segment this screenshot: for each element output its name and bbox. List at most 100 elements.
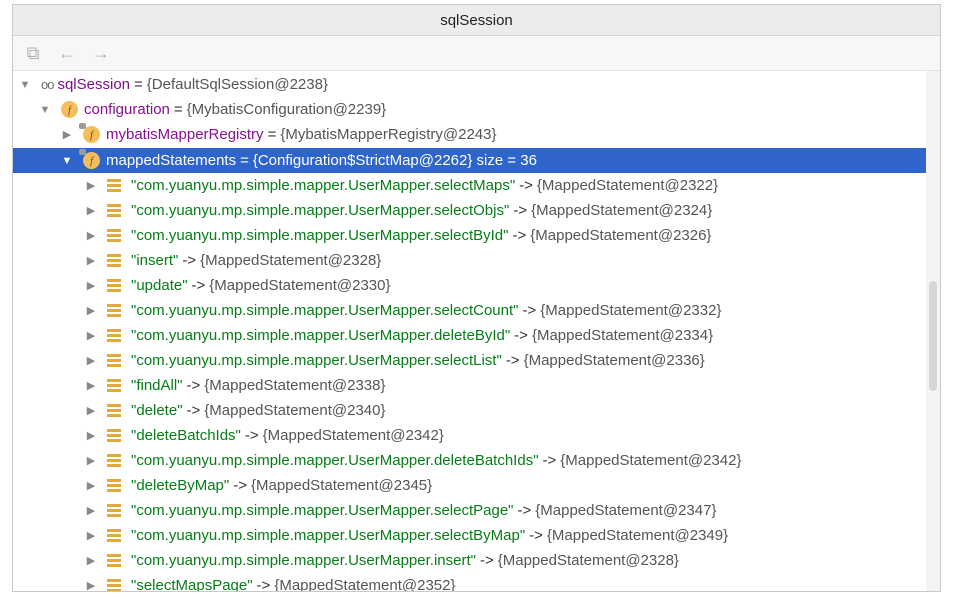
collapse-arrow-icon[interactable]: ▶	[61, 128, 73, 141]
entry-key: "selectMapsPage"	[131, 577, 253, 591]
map-entry-icon	[107, 479, 121, 492]
collapse-arrow-icon[interactable]: ▶	[85, 329, 97, 342]
collapse-arrow-icon[interactable]: ▶	[85, 279, 97, 292]
collapse-arrow-icon[interactable]: ▶	[85, 504, 97, 517]
back-arrow-icon[interactable]: ←	[57, 43, 77, 63]
map-entry-row[interactable]: ▶ "com.yuanyu.mp.simple.mapper.UserMapper…	[13, 198, 926, 223]
title-bar: sqlSession	[13, 5, 940, 36]
expand-arrow-icon[interactable]: ▼	[39, 104, 51, 116]
collapse-arrow-icon[interactable]: ▶	[85, 379, 97, 392]
entry-key: "com.yuanyu.mp.simple.mapper.UserMapper.…	[131, 302, 519, 319]
map-entry-row[interactable]: ▶ "selectMapsPage" -> {MappedStatement@2352…	[13, 573, 926, 591]
collapse-arrow-icon[interactable]: ▶	[85, 304, 97, 317]
map-entry-icon	[107, 329, 121, 342]
collapse-arrow-icon[interactable]: ▶	[85, 579, 97, 591]
collapse-arrow-icon[interactable]: ▶	[85, 354, 97, 367]
entry-arrow: ->	[529, 527, 543, 544]
map-entry-row[interactable]: ▶ "com.yuanyu.mp.simple.mapper.UserMapper…	[13, 448, 926, 473]
entry-arrow: ->	[513, 202, 528, 219]
entry-value: {MappedStatement@2347}	[535, 502, 717, 519]
map-entry-row[interactable]: ▶ "com.yuanyu.mp.simple.mapper.UserMapper…	[13, 548, 926, 573]
entry-value: {MappedStatement@2328}	[497, 552, 679, 569]
collapse-arrow-icon[interactable]: ▶	[85, 479, 97, 492]
map-entry-icon	[107, 179, 121, 192]
entry-key: "com.yuanyu.mp.simple.mapper.UserMapper.…	[131, 202, 510, 219]
entry-arrow: ->	[191, 277, 206, 294]
map-entry-icon	[107, 379, 121, 392]
variable-value: {Configuration$StrictMap@2262} size = 36	[252, 152, 537, 169]
restore-layout-icon[interactable]: ⧉	[23, 43, 43, 63]
entry-key: "com.yuanyu.mp.simple.mapper.UserMapper.…	[131, 177, 516, 194]
entry-key: "com.yuanyu.mp.simple.mapper.UserMapper.…	[131, 227, 509, 244]
map-entry-row[interactable]: ▶ "deleteByMap" -> {MappedStatement@2345}	[13, 473, 926, 498]
collapse-arrow-icon[interactable]: ▶	[85, 454, 97, 467]
collapse-arrow-icon[interactable]: ▶	[85, 404, 97, 417]
entry-arrow: ->	[244, 427, 259, 444]
collapse-arrow-icon[interactable]: ▶	[85, 529, 97, 542]
map-entry-row[interactable]: ▶ "com.yuanyu.mp.simple.mapper.UserMapper…	[13, 223, 926, 248]
collapse-arrow-icon[interactable]: ▶	[85, 179, 97, 192]
watch-glasses-icon: oo	[41, 77, 55, 92]
entry-value: {MappedStatement@2340}	[204, 402, 386, 419]
tree-row-mapped-statements[interactable]: ▼ f mappedStatements = {Configuration$St…	[13, 148, 926, 173]
equals-sign: =	[267, 126, 277, 143]
map-entry-icon	[107, 254, 121, 267]
variable-value: {DefaultSqlSession@2238}	[146, 76, 328, 93]
entry-key: "deleteByMap"	[131, 477, 230, 494]
variable-name: sqlSession	[57, 76, 131, 93]
collapse-arrow-icon[interactable]: ▶	[85, 254, 97, 267]
entry-value: {MappedStatement@2334}	[531, 327, 714, 344]
entry-value: {MappedStatement@2349}	[546, 527, 729, 544]
entry-value: {MappedStatement@2338}	[204, 377, 386, 394]
entry-value: {MappedStatement@2336}	[523, 352, 705, 369]
scrollbar-thumb[interactable]	[929, 281, 937, 391]
expand-arrow-icon[interactable]: ▼	[61, 155, 73, 167]
entry-key: "com.yuanyu.mp.simple.mapper.UserMapper.…	[131, 552, 476, 569]
collapse-arrow-icon[interactable]: ▶	[85, 204, 97, 217]
toolbar: ⧉ ← →	[13, 36, 940, 71]
expand-arrow-icon[interactable]: ▼	[19, 79, 31, 91]
forward-arrow-icon[interactable]: →	[91, 43, 111, 63]
entry-key: "deleteBatchIds"	[131, 427, 241, 444]
tree-row-mapper-registry[interactable]: ▶ f mybatisMapperRegistry = {MybatisMapp…	[13, 122, 926, 147]
entry-key: "com.yuanyu.mp.simple.mapper.UserMapper.…	[131, 502, 514, 519]
entry-arrow: ->	[233, 477, 247, 494]
variable-name: mappedStatements	[106, 152, 237, 169]
map-entry-row[interactable]: ▶ "findAll" -> {MappedStatement@2338}	[13, 373, 926, 398]
entry-key: "com.yuanyu.mp.simple.mapper.UserMapper.…	[131, 352, 502, 369]
variable-value: {MybatisConfiguration@2239}	[186, 101, 387, 118]
map-entry-icon	[107, 304, 121, 317]
map-entry-icon	[107, 529, 121, 542]
entry-value: {MappedStatement@2345}	[250, 477, 433, 494]
entry-arrow: ->	[519, 177, 533, 194]
map-entry-row[interactable]: ▶ "com.yuanyu.mp.simple.mapper.UserMapper…	[13, 323, 926, 348]
tree-row-sqlsession[interactable]: ▼ oo sqlSession = {DefaultSqlSession@223…	[13, 72, 926, 97]
equals-sign: =	[134, 76, 143, 93]
field-icon: f	[61, 101, 78, 118]
entry-arrow: ->	[186, 402, 201, 419]
map-entry-icon	[107, 579, 121, 591]
map-entry-row[interactable]: ▶ "insert" -> {MappedStatement@2328}	[13, 248, 926, 273]
map-entry-row[interactable]: ▶ "com.yuanyu.mp.simple.mapper.UserMapper…	[13, 173, 926, 198]
map-entry-row[interactable]: ▶ "delete" -> {MappedStatement@2340}	[13, 398, 926, 423]
collapse-arrow-icon[interactable]: ▶	[85, 229, 97, 242]
map-entry-row[interactable]: ▶ "deleteBatchIds" -> {MappedStatement@2342…	[13, 423, 926, 448]
map-entry-row[interactable]: ▶ "com.yuanyu.mp.simple.mapper.UserMapper…	[13, 348, 926, 373]
map-entry-row[interactable]: ▶ "com.yuanyu.mp.simple.mapper.UserMapper…	[13, 498, 926, 523]
entry-arrow: ->	[514, 327, 528, 344]
map-entry-row[interactable]: ▶ "com.yuanyu.mp.simple.mapper.UserMapper…	[13, 298, 926, 323]
map-entry-icon	[107, 279, 121, 292]
entry-value: {MappedStatement@2330}	[209, 277, 391, 294]
collapse-arrow-icon[interactable]: ▶	[85, 554, 97, 567]
entry-arrow: ->	[517, 502, 532, 519]
variable-name: mybatisMapperRegistry	[106, 126, 264, 143]
map-entry-icon	[107, 354, 121, 367]
vertical-scrollbar[interactable]	[926, 71, 940, 591]
entry-arrow: ->	[512, 227, 527, 244]
entry-arrow: ->	[522, 302, 537, 319]
entry-key: "com.yuanyu.mp.simple.mapper.UserMapper.…	[131, 327, 511, 344]
map-entry-row[interactable]: ▶ "update" -> {MappedStatement@2330}	[13, 273, 926, 298]
collapse-arrow-icon[interactable]: ▶	[85, 429, 97, 442]
map-entry-row[interactable]: ▶ "com.yuanyu.mp.simple.mapper.UserMapper…	[13, 523, 926, 548]
tree-row-configuration[interactable]: ▼ f configuration = {MybatisConfiguratio…	[13, 97, 926, 122]
